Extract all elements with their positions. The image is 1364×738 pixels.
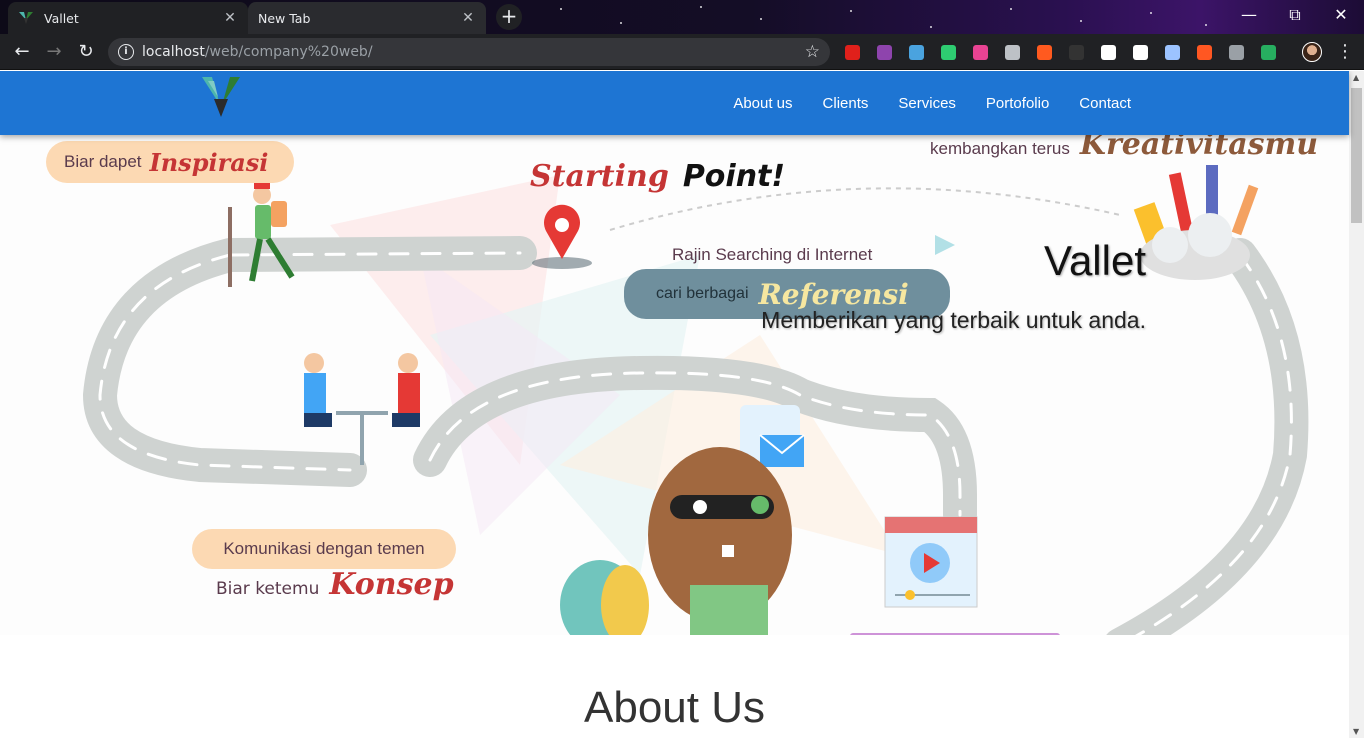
hero-title: Vallet bbox=[1044, 237, 1146, 284]
diamond-icon[interactable] bbox=[904, 42, 928, 62]
background-star bbox=[620, 22, 622, 24]
address-bar[interactable]: i localhost/web/company%20web/ ☆ bbox=[108, 38, 830, 66]
back-arrow-icon[interactable]: ← bbox=[10, 40, 34, 64]
window-controls: — ⧉ ✕ bbox=[1226, 0, 1364, 32]
speech-bubble-icon[interactable] bbox=[1128, 42, 1152, 62]
bookmark-icon[interactable] bbox=[1160, 42, 1184, 62]
speech-bubble-icon-glyph bbox=[1132, 44, 1148, 60]
adblock-icon-glyph bbox=[844, 44, 860, 60]
stack-icon-glyph bbox=[940, 44, 956, 60]
crossed-box-icon[interactable] bbox=[872, 42, 896, 62]
bubble-script: Inspirasi bbox=[149, 147, 269, 177]
color-ring-icon[interactable] bbox=[968, 42, 992, 62]
creativity-label: kembangkan terus Kreativitasmu bbox=[930, 135, 1318, 162]
page-scrollbar[interactable]: ▲ ▼ bbox=[1349, 71, 1364, 738]
pocket-icon[interactable] bbox=[1000, 42, 1024, 62]
close-icon[interactable]: ✕ bbox=[460, 10, 476, 26]
bubble-text: Komunikasi dengan temen bbox=[223, 539, 425, 558]
vallet-logo-icon bbox=[19, 12, 33, 24]
scroll-down-arrow-icon[interactable]: ▼ bbox=[1353, 727, 1359, 736]
pocket-icon-glyph bbox=[1004, 44, 1020, 60]
background-star bbox=[560, 8, 562, 10]
nav-services[interactable]: Services bbox=[898, 95, 956, 112]
bookmark-star-icon[interactable]: ☆ bbox=[805, 42, 820, 62]
extension-bar bbox=[840, 42, 1280, 62]
ya-icon[interactable] bbox=[1192, 42, 1216, 62]
background-star bbox=[1010, 8, 1012, 10]
plus-icon[interactable]: + bbox=[496, 4, 522, 30]
ya-icon-glyph bbox=[1196, 44, 1212, 60]
scrollbar-thumb[interactable] bbox=[1351, 88, 1362, 223]
close-icon[interactable]: ✕ bbox=[222, 10, 238, 26]
scroll-up-arrow-icon[interactable]: ▲ bbox=[1353, 73, 1359, 82]
tab-vallet[interactable]: Vallet ✕ bbox=[8, 2, 248, 34]
adblock-icon[interactable] bbox=[840, 42, 864, 62]
creativity-prefix: kembangkan terus bbox=[930, 139, 1070, 158]
tab-title: Vallet bbox=[44, 10, 79, 26]
starting-point-label: Starting Point! bbox=[530, 159, 785, 194]
background-star bbox=[1150, 12, 1152, 14]
rocket-icon[interactable] bbox=[1224, 42, 1248, 62]
page-viewport: About us Clients Services Portofolio Con… bbox=[0, 71, 1364, 738]
communication-bubble: Komunikasi dengan temen bbox=[192, 529, 456, 569]
nav-contact[interactable]: Contact bbox=[1079, 95, 1131, 112]
background-star bbox=[930, 26, 932, 28]
close-icon[interactable]: ✕ bbox=[1318, 0, 1364, 32]
site-navbar: About us Clients Services Portofolio Con… bbox=[0, 71, 1349, 135]
question-icon-glyph bbox=[1068, 44, 1084, 60]
infinity-icon[interactable] bbox=[1032, 42, 1056, 62]
vallet-logo-icon[interactable] bbox=[196, 73, 246, 123]
globe-icon-glyph bbox=[1260, 44, 1276, 60]
browser-tab-strip: Vallet ✕ New Tab ✕ + — ⧉ ✕ bbox=[0, 0, 1364, 34]
inspiration-bubble: Biar dapet Inspirasi bbox=[46, 141, 294, 183]
background-star bbox=[850, 10, 852, 12]
about-us-heading: About Us bbox=[584, 683, 765, 732]
url-text: localhost/web/company%20web/ bbox=[142, 44, 373, 60]
search-line-text: Rajin Searching di Internet bbox=[672, 245, 873, 264]
hero-subtitle: Memberikan yang terbaik untuk anda. bbox=[761, 307, 1146, 333]
stack-icon[interactable] bbox=[936, 42, 960, 62]
restore-icon[interactable]: ⧉ bbox=[1272, 0, 1318, 32]
infinity-icon-glyph bbox=[1036, 44, 1052, 60]
bubble-text: Biar dapet bbox=[64, 152, 142, 171]
rocket-icon-glyph bbox=[1228, 44, 1244, 60]
background-star bbox=[760, 18, 762, 20]
url-path: /web/company%20web/ bbox=[204, 44, 373, 60]
bookmark-icon-glyph bbox=[1164, 44, 1180, 60]
nav-portofolio[interactable]: Portofolio bbox=[986, 95, 1049, 112]
w-icon-glyph bbox=[1100, 44, 1116, 60]
concept-label: Biar ketemu Konsep bbox=[216, 567, 454, 602]
hero-banner: Biar dapet Inspirasi Starting Point! Raj… bbox=[0, 135, 1349, 635]
browser-toolbar: ← → ↻ i localhost/web/company%20web/ ☆ ⋮ bbox=[0, 34, 1364, 70]
background-star bbox=[1205, 24, 1207, 26]
point-text: Point! bbox=[682, 159, 786, 194]
url-host: localhost bbox=[142, 44, 205, 60]
bubble-text: cari berbagai bbox=[656, 285, 749, 302]
color-ring-icon-glyph bbox=[972, 44, 988, 60]
globe-icon[interactable] bbox=[1256, 42, 1280, 62]
question-icon[interactable] bbox=[1064, 42, 1088, 62]
concept-script: Konsep bbox=[329, 567, 454, 602]
w-icon[interactable] bbox=[1096, 42, 1120, 62]
tab-new-tab[interactable]: New Tab ✕ bbox=[248, 2, 486, 34]
background-star bbox=[700, 6, 702, 8]
nav-links: About us Clients Services Portofolio Con… bbox=[733, 71, 1131, 135]
info-icon[interactable]: i bbox=[118, 44, 134, 60]
avatar[interactable] bbox=[1302, 42, 1322, 62]
tab-title: New Tab bbox=[258, 10, 311, 26]
nav-clients[interactable]: Clients bbox=[823, 95, 869, 112]
diamond-icon-glyph bbox=[908, 44, 924, 60]
reload-icon[interactable]: ↻ bbox=[74, 40, 98, 64]
crossed-box-icon-glyph bbox=[876, 44, 892, 60]
nav-about-us[interactable]: About us bbox=[733, 95, 792, 112]
starting-text: Starting bbox=[530, 159, 669, 194]
forward-arrow-icon[interactable]: → bbox=[42, 40, 66, 64]
menu-dots-icon[interactable]: ⋮ bbox=[1336, 40, 1354, 64]
concept-prefix: Biar ketemu bbox=[216, 579, 320, 599]
bubble-script: Referensi bbox=[758, 277, 909, 311]
background-star bbox=[1080, 20, 1082, 22]
creativity-script: Kreativitasmu bbox=[1079, 135, 1319, 162]
minimize-icon[interactable]: — bbox=[1226, 0, 1272, 32]
